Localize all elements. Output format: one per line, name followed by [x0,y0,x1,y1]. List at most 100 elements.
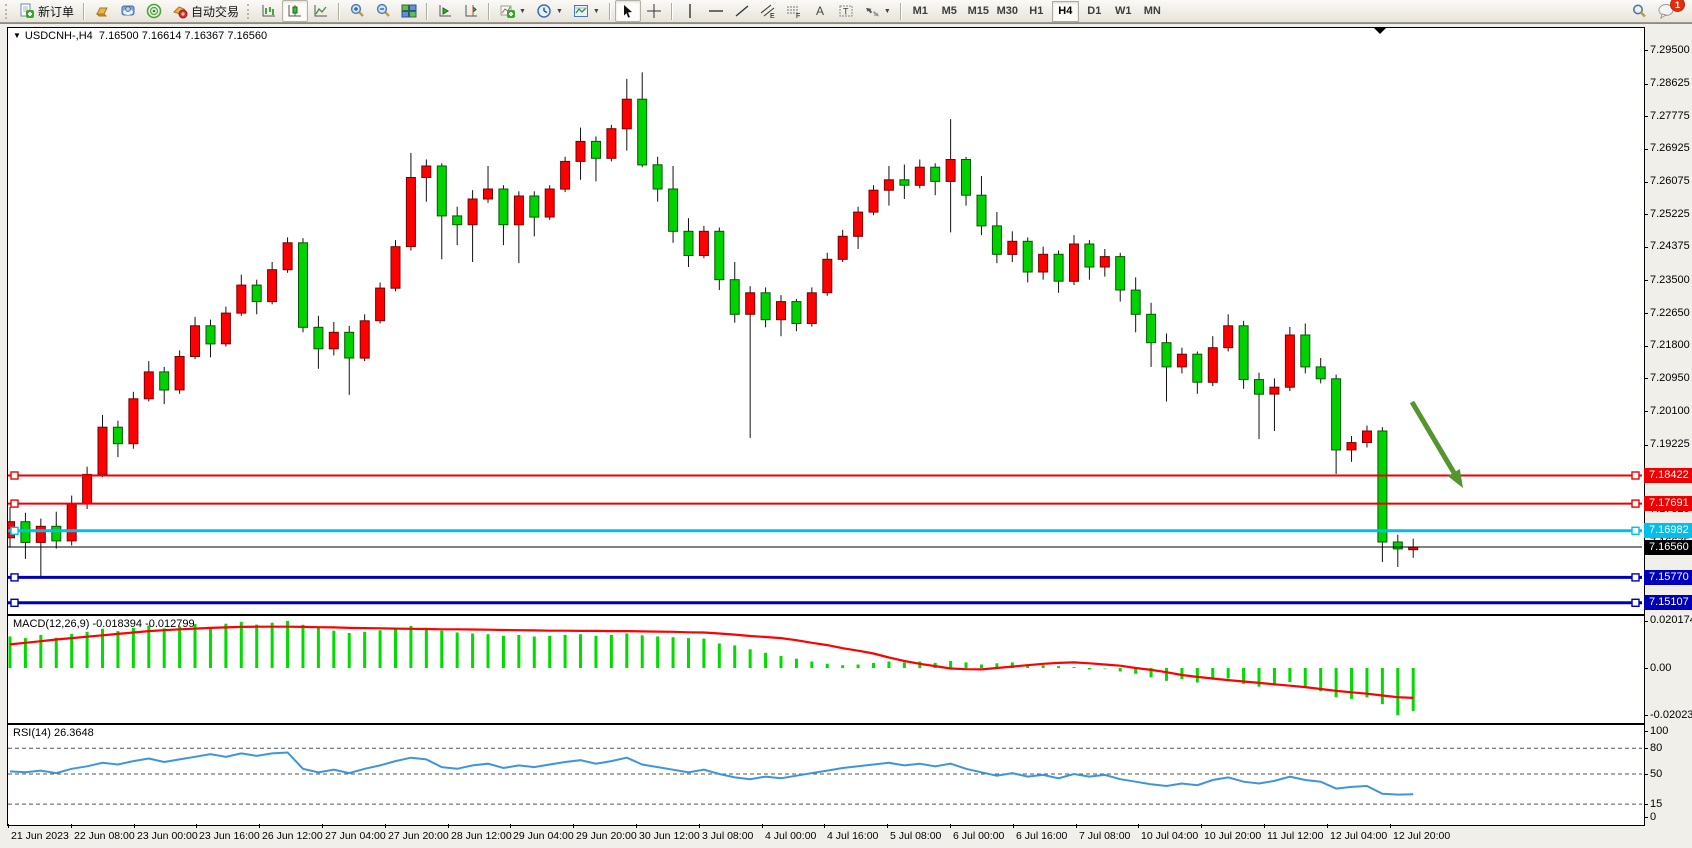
time-tick-label: 29 Jun 20:00 [576,830,637,842]
text-label-tool-button[interactable]: T [833,0,859,22]
axis-tick [1644,411,1648,412]
rsi-tick-label: 15 [1650,798,1662,810]
macd-label: MACD(12,26,9) -0.018394 -0.012799 [13,618,195,630]
time-tick-label: 23 Jun 00:00 [137,830,198,842]
timeframe-w1-button[interactable]: W1 [1110,1,1137,22]
axis-tick [1644,621,1648,622]
fibonacci-tool-button[interactable]: F [781,0,807,22]
toolbar-separator [671,3,673,20]
chat-button[interactable]: 1 [1652,0,1678,22]
timeframe-h4-button[interactable]: H4 [1052,1,1079,22]
time-tick-label: 6 Jul 16:00 [1016,830,1067,842]
price-tick-label: 7.22650 [1650,307,1690,319]
time-tick-label: 12 Jul 04:00 [1330,830,1387,842]
timeframe-m30-button[interactable]: M30 [994,1,1021,22]
data-window-button[interactable] [115,0,141,22]
axis-tick [1644,149,1648,150]
time-tick [196,824,197,828]
text-tool-button[interactable]: A [807,0,833,22]
time-tick [448,824,449,828]
time-tick-label: 6 Jul 00:00 [953,830,1004,842]
periods-icon [536,3,552,19]
timeframe-d1-button[interactable]: D1 [1081,1,1108,22]
timeframe-mn-button[interactable]: MN [1139,1,1166,22]
bar-chart-button[interactable] [256,0,282,22]
time-tick [71,824,72,828]
time-tick-label: 26 Jun 12:00 [262,830,323,842]
chart-shift-icon [463,3,479,19]
chart-shift-button[interactable] [458,0,484,22]
timeframe-m5-button[interactable]: M5 [936,1,963,22]
time-axis[interactable]: 21 Jun 202322 Jun 08:0023 Jun 00:0023 Ju… [0,824,1692,848]
vertical-line-tool-button[interactable] [677,0,703,22]
time-tick-label: 22 Jun 08:00 [74,830,135,842]
search-icon [1631,3,1647,19]
rsi-pane[interactable]: RSI(14) 26.3648 [7,724,1645,826]
indicators-button[interactable]: ▼ [494,0,531,22]
text-icon: A [812,3,828,19]
candlestick-chart-icon [287,3,303,19]
price-tick-label: 7.27775 [1650,110,1690,122]
timeframe-m1-button[interactable]: M1 [907,1,934,22]
macd-chart[interactable] [8,616,1642,721]
time-tick [1264,824,1265,828]
new-order-icon [19,3,35,19]
rsi-chart[interactable] [8,725,1642,823]
horizontal-line-tool-button[interactable] [703,0,729,22]
zoom-out-icon [375,3,391,19]
rsi-tick-label: 50 [1650,768,1662,780]
timeframe-m15-button[interactable]: M15 [965,1,992,22]
arrows-tool-button[interactable]: ▼ [859,0,896,22]
tile-windows-icon [401,3,417,19]
timeframe-h1-button[interactable]: H1 [1023,1,1050,22]
toolbar-grip[interactable] [5,4,11,19]
price-axis[interactable]: 7.295007.286257.277757.269257.260757.252… [1644,24,1692,824]
templates-button[interactable]: ▼ [568,0,605,22]
autotrading-icon [172,3,188,19]
time-tick-label: 23 Jun 16:00 [199,830,260,842]
signal-button[interactable] [141,0,167,22]
crosshair-tool-button[interactable] [641,0,667,22]
time-tick-label: 30 Jun 12:00 [639,830,700,842]
svg-text:A: A [816,4,824,18]
toolbar-separator [488,3,490,20]
price-pane[interactable]: ▼USDCNH-,H4 7.16500 7.16614 7.16367 7.16… [7,27,1645,615]
periods-button[interactable]: ▼ [531,0,568,22]
auto-scroll-button[interactable] [432,0,458,22]
equidistant-channel-tool-button[interactable]: E [755,0,781,22]
time-tick-label: 5 Jul 08:00 [890,830,941,842]
candlestick-chart-button[interactable] [282,0,308,22]
price-tick-label: 7.20950 [1650,372,1690,384]
arrows-icon [864,3,880,19]
axis-tick [1644,731,1648,732]
chevron-down-icon[interactable]: ▼ [13,31,21,40]
toolbar-grip[interactable] [247,4,253,19]
time-tick-label: 27 Jun 20:00 [388,830,449,842]
vertical-line-icon [682,3,698,19]
toolbar-separator [83,3,85,20]
text-label-icon: T [838,3,854,19]
candlestick-chart[interactable] [8,28,1642,612]
axis-tick [1644,668,1648,669]
zoom-out-button[interactable] [370,0,396,22]
new-order-button[interactable]: 新订单 [14,0,79,22]
zoom-in-button[interactable] [344,0,370,22]
rsi-tick-label: 0 [1650,811,1656,823]
time-tick-label: 10 Jul 04:00 [1141,830,1198,842]
autotrading-button[interactable]: 自动交易 [167,0,244,22]
cursor-tool-button[interactable] [615,0,641,22]
time-tick-label: 4 Jul 16:00 [827,830,878,842]
symbols-button[interactable] [89,0,115,22]
price-level-badge: 7.15107 [1644,595,1692,610]
auto-scroll-icon [437,3,453,19]
chevron-down-icon: ▼ [593,8,600,15]
time-tick [699,824,700,828]
axis-tick [1644,715,1648,716]
cursor-icon [620,3,636,19]
price-tick-label: 7.19225 [1650,438,1690,450]
line-chart-button[interactable] [308,0,334,22]
macd-pane[interactable]: MACD(12,26,9) -0.018394 -0.012799 [7,615,1645,724]
trendline-tool-button[interactable] [729,0,755,22]
search-button[interactable] [1626,0,1652,22]
tile-windows-button[interactable] [396,0,422,22]
